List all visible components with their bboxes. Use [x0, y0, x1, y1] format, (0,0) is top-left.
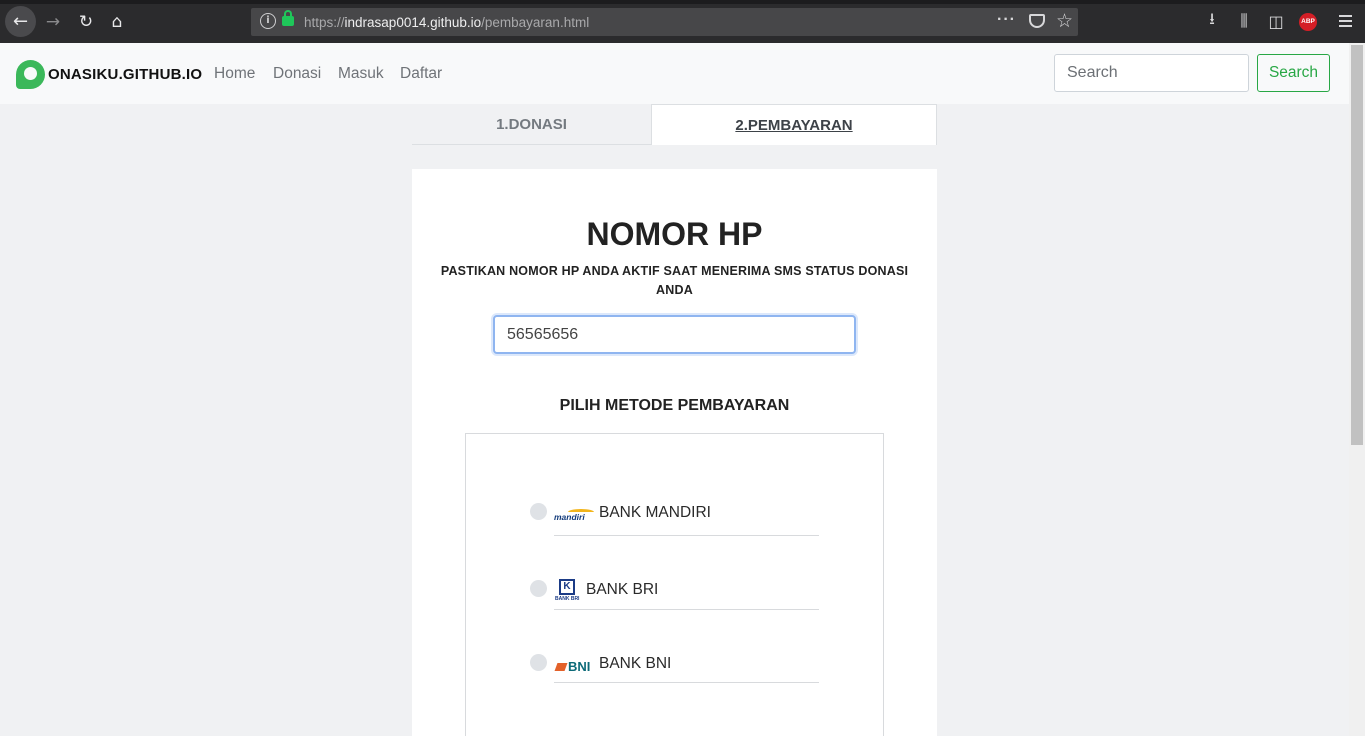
page-actions-icon[interactable]: ···: [997, 11, 1016, 29]
divider: [554, 535, 819, 536]
adblock-plus-icon[interactable]: ABP: [1299, 13, 1317, 31]
url-prefix: https://: [304, 15, 345, 30]
payment-method-list: mandiri BANK MANDIRI K BANK BRI BANK BRI…: [465, 433, 884, 736]
scrollbar-thumb[interactable]: [1351, 45, 1363, 445]
url-text[interactable]: https://indrasap0014.github.io/pembayara…: [304, 15, 589, 30]
bni-logo-icon: BNI: [554, 659, 594, 675]
home-icon[interactable]: ⌂: [103, 8, 131, 36]
brand-name[interactable]: ONASIKU.GITHUB.IO: [48, 66, 202, 83]
lock-icon[interactable]: [282, 10, 294, 26]
phone-instruction: PASTIKAN NOMOR HP ANDA AKTIF SAAT MENERI…: [440, 264, 909, 297]
mandiri-logo-text: mandiri: [554, 512, 585, 522]
divider: [554, 609, 819, 610]
divider: [554, 682, 819, 683]
bank-option-mandiri[interactable]: mandiri BANK MANDIRI: [530, 498, 820, 538]
search-button[interactable]: Search: [1257, 54, 1330, 92]
phone-number-input[interactable]: [493, 315, 856, 354]
back-icon[interactable]: ←: [5, 6, 36, 37]
forward-icon[interactable]: →: [39, 8, 67, 36]
pocket-icon[interactable]: [1029, 14, 1045, 28]
reload-icon[interactable]: ↻: [72, 8, 100, 36]
bni-logo-text: BNI: [568, 659, 591, 674]
bank-option-bri[interactable]: K BANK BRI BANK BRI: [530, 575, 820, 615]
download-icon[interactable]: ⭳: [1200, 9, 1224, 33]
sidebar-icon[interactable]: ◫: [1264, 9, 1288, 33]
brand-logo-icon[interactable]: [16, 60, 45, 89]
library-icon[interactable]: ⫼: [1232, 9, 1256, 33]
tab-donasi[interactable]: 1.DONASI: [412, 104, 651, 145]
browser-toolbar: ← → ↻ ⌂ i https://indrasap0014.github.io…: [0, 0, 1365, 43]
site-navbar: ONASIKU.GITHUB.IO Home Donasi Masuk Daft…: [0, 43, 1349, 104]
bank-option-bni[interactable]: BNI BANK BNI: [530, 649, 820, 689]
nav-link-daftar[interactable]: Daftar: [400, 65, 442, 83]
payment-card: NOMOR HP PASTIKAN NOMOR HP ANDA AKTIF SA…: [412, 169, 937, 736]
page-scrollbar[interactable]: [1349, 43, 1365, 736]
bri-logo-icon: K BANK BRI: [555, 579, 580, 602]
url-host: indrasap0014.github.io: [344, 15, 482, 30]
nav-link-masuk[interactable]: Masuk: [338, 65, 384, 83]
mandiri-logo-icon: mandiri: [554, 509, 594, 523]
tab-pembayaran[interactable]: 2.PEMBAYARAN: [651, 104, 937, 145]
radio-mandiri[interactable]: [530, 503, 547, 520]
menu-icon[interactable]: [1339, 15, 1352, 27]
payment-method-heading: PILIH METODE PEMBAYARAN: [559, 397, 790, 414]
address-bar[interactable]: i https://indrasap0014.github.io/pembaya…: [251, 8, 1078, 36]
info-icon[interactable]: i: [260, 13, 276, 29]
nav-link-donasi[interactable]: Donasi: [273, 65, 321, 83]
url-path: /pembayaran.html: [481, 15, 590, 30]
radio-bri[interactable]: [530, 580, 547, 597]
nav-link-home[interactable]: Home: [214, 65, 255, 83]
search-input[interactable]: [1054, 54, 1249, 92]
bri-logo-text: BANK BRI: [555, 596, 580, 602]
radio-bni[interactable]: [530, 654, 547, 671]
bank-label-mandiri[interactable]: BANK MANDIRI: [599, 504, 711, 522]
bookmark-star-icon[interactable]: ☆: [1056, 10, 1073, 32]
bank-label-bri[interactable]: BANK BRI: [586, 581, 658, 599]
bank-label-bni[interactable]: BANK BNI: [599, 655, 671, 673]
page-title: NOMOR HP: [586, 216, 763, 252]
tab-strip: [0, 0, 1365, 4]
